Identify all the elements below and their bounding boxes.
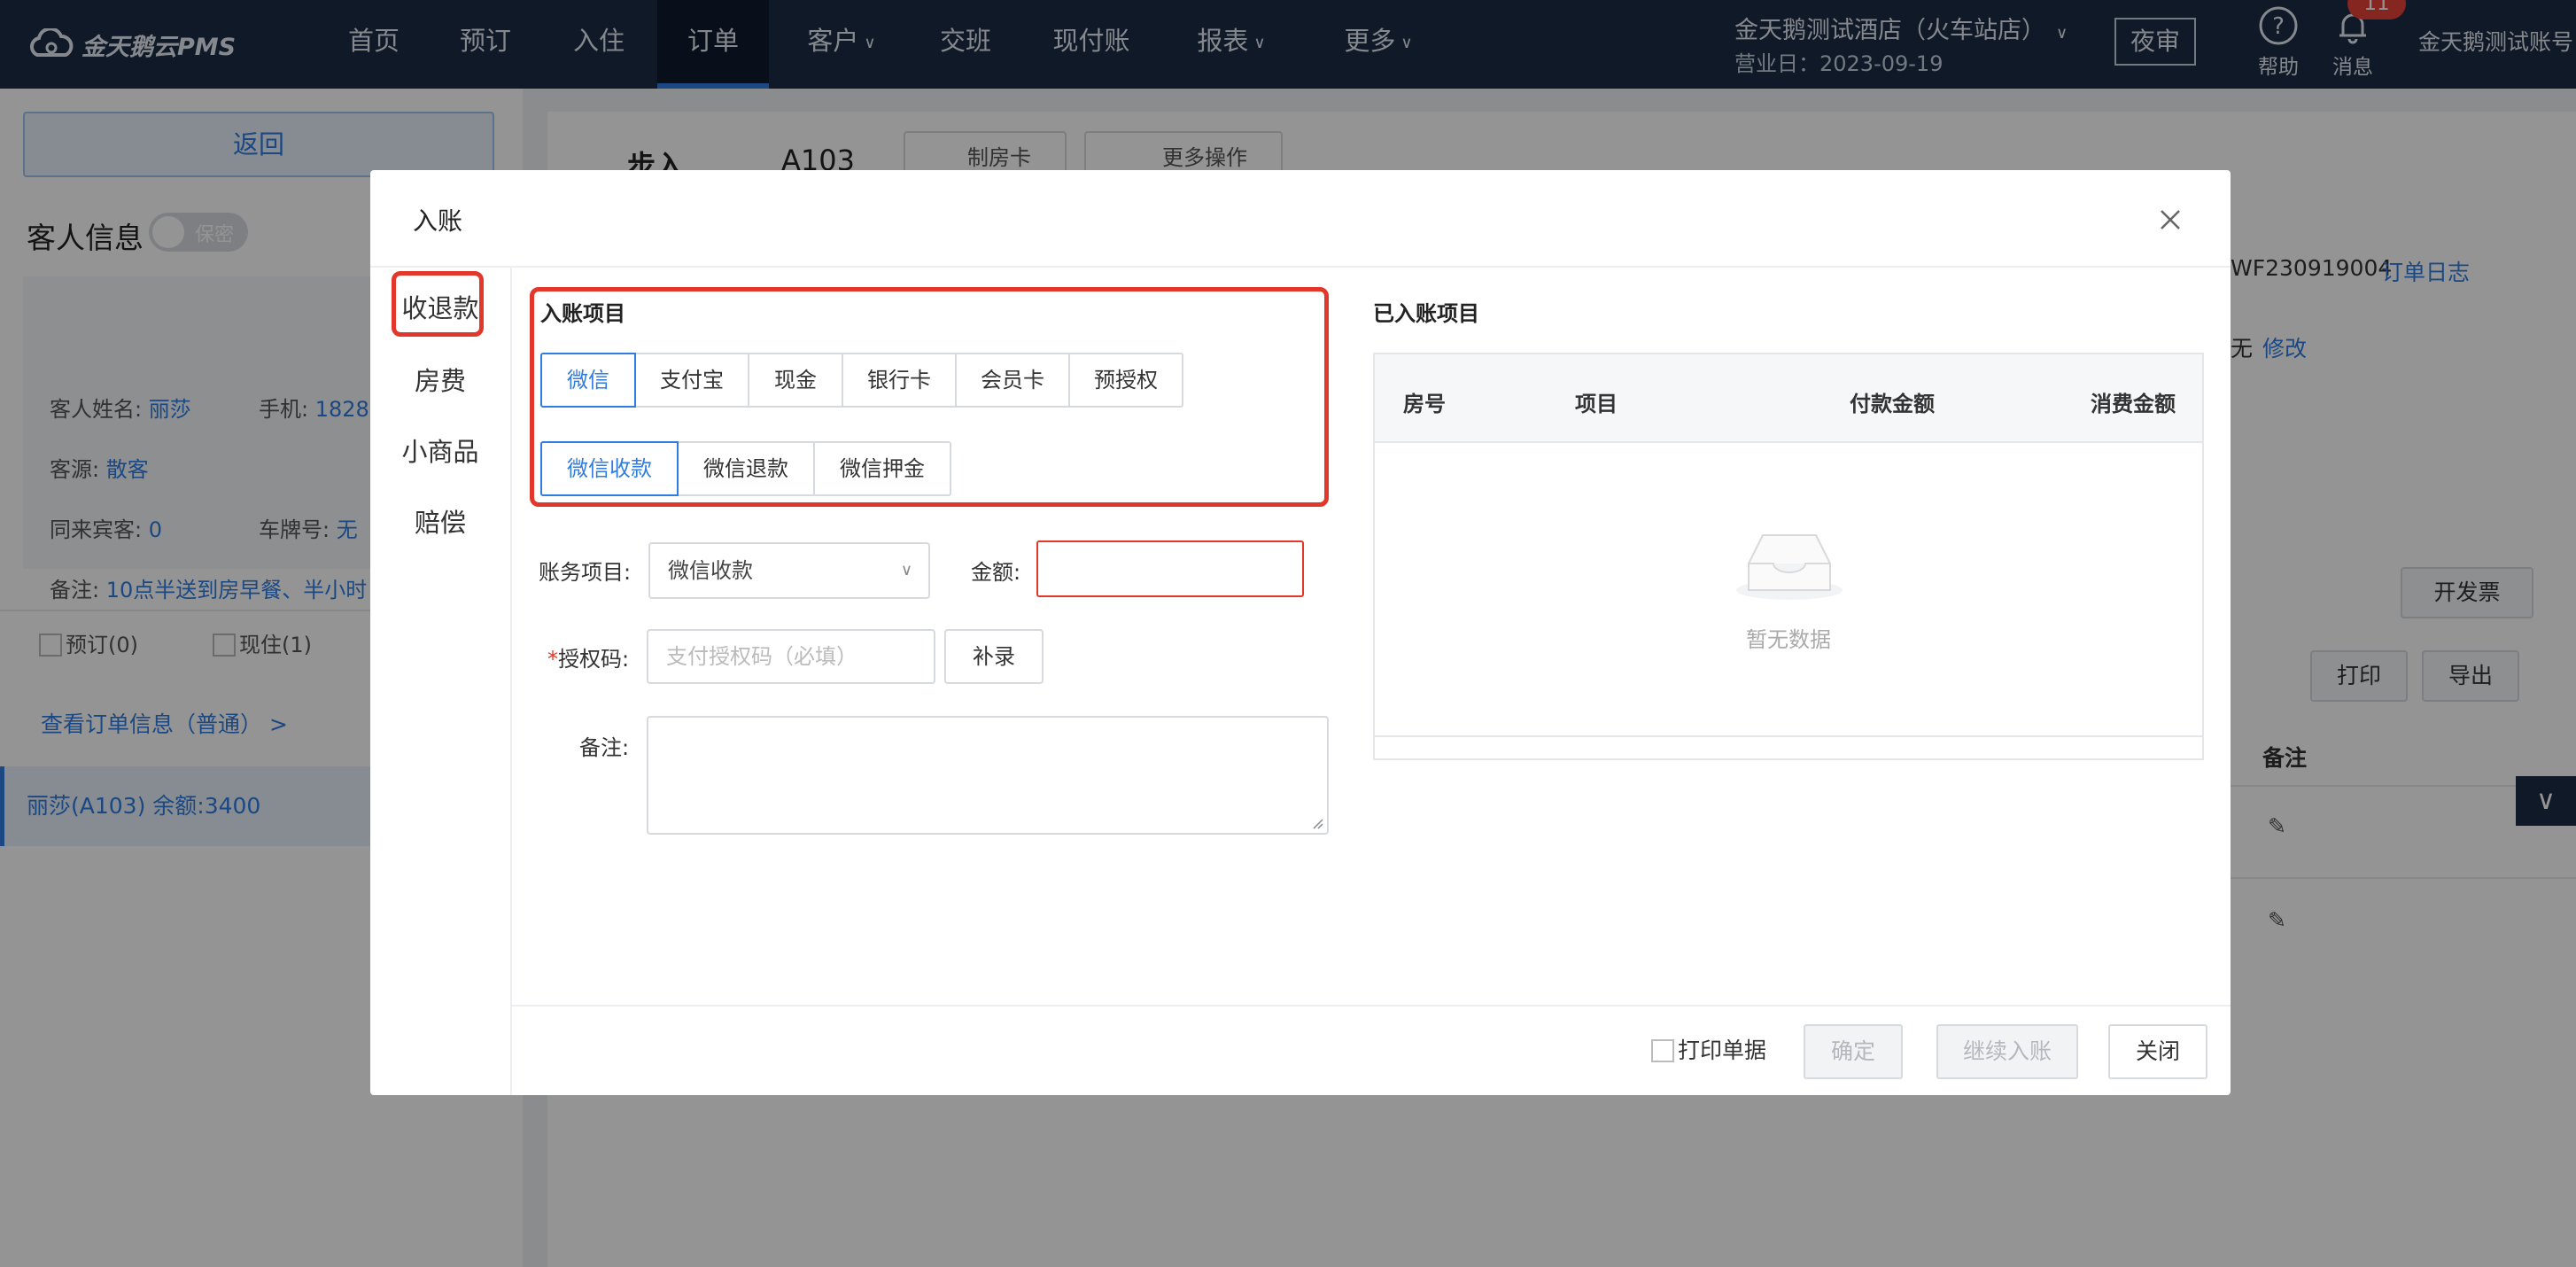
empty-text: 暂无数据 xyxy=(1746,627,1831,652)
close-button[interactable]: 关闭 xyxy=(2108,1024,2207,1079)
table-header: 房号 项目 付款金额 消费金额 xyxy=(1375,354,2202,443)
checkbox[interactable] xyxy=(1651,1039,1674,1062)
auth-code-input[interactable]: 支付授权码（必填） xyxy=(647,629,935,684)
side-item-goods[interactable]: 小商品 xyxy=(370,418,510,486)
account-item-label: 账务项目: xyxy=(539,560,632,585)
col-item: 项目 xyxy=(1575,392,1618,416)
pay-method-wechat[interactable]: 微信 xyxy=(540,353,636,408)
highlight-box xyxy=(392,271,484,337)
remark-label: 备注: xyxy=(579,735,630,760)
divider xyxy=(512,1005,2231,1007)
continue-posting-button[interactable]: 继续入账 xyxy=(1936,1024,2078,1079)
auth-code-label: *授权码: xyxy=(547,647,630,672)
dialog-title: 入账 xyxy=(413,206,463,236)
col-payment: 付款金额 xyxy=(1850,392,1935,416)
supplement-button[interactable]: 补录 xyxy=(944,629,1044,684)
close-icon[interactable] xyxy=(2153,202,2188,237)
col-room: 房号 xyxy=(1403,392,1446,416)
account-item-value: 微信收款 xyxy=(668,558,753,583)
remark-textarea[interactable] xyxy=(647,716,1329,835)
side-item-room-charge[interactable]: 房费 xyxy=(370,347,510,415)
account-item-select[interactable]: 微信收款 ∨ xyxy=(648,542,930,599)
col-consumption: 消费金额 xyxy=(2091,392,2176,416)
posted-items-table: 房号 项目 付款金额 消费金额 暂无数据 xyxy=(1373,353,2204,760)
divider xyxy=(370,266,2231,268)
post-charge-dialog: 入账 收退款 房费 小商品 赔偿 入账项目 微信 支付宝 现金 银行卡 会员卡 … xyxy=(370,170,2231,1095)
confirm-button[interactable]: 确定 xyxy=(1804,1024,1903,1079)
wechat-receive-option[interactable]: 微信收款 xyxy=(540,441,679,496)
amount-input[interactable] xyxy=(1036,540,1304,597)
amount-label: 金额: xyxy=(971,560,1021,585)
print-receipt-label: 打印单据 xyxy=(1678,1038,1767,1063)
chevron-down-icon: ∨ xyxy=(900,561,912,579)
posted-items-title: 已入账项目 xyxy=(1373,301,1479,326)
dialog-side-menu: 收退款 房费 小商品 赔偿 xyxy=(370,268,512,1095)
print-receipt-option[interactable]: 打印单据 xyxy=(1651,1033,1766,1065)
side-item-compensation[interactable]: 赔偿 xyxy=(370,489,510,556)
divider xyxy=(1375,735,2202,737)
resize-handle-icon[interactable] xyxy=(1311,817,1323,829)
empty-inbox-icon xyxy=(1736,534,1843,600)
